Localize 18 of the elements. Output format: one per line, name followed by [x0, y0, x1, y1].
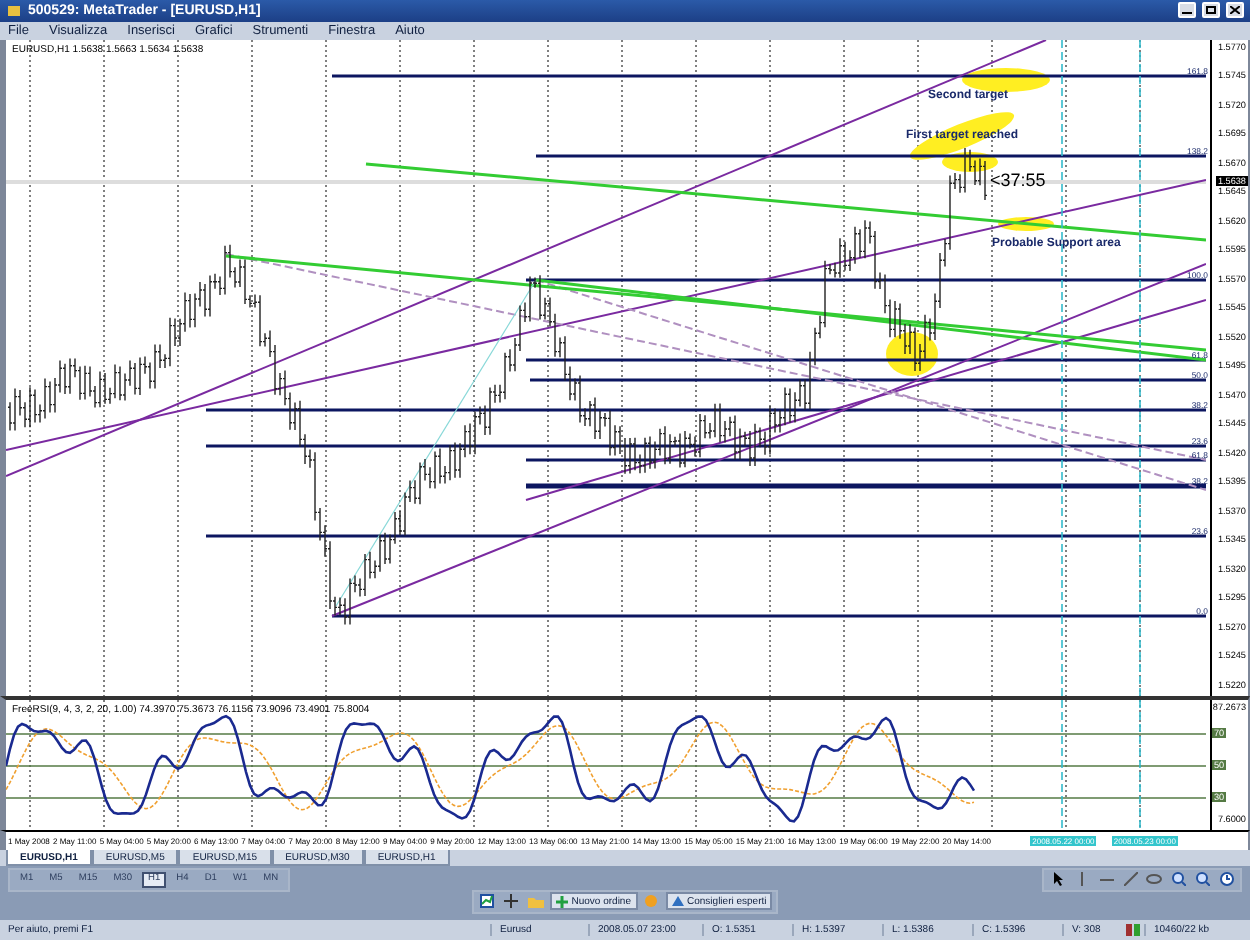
chart-annotation: <37:55	[990, 169, 1046, 190]
close-icon	[1230, 6, 1240, 15]
ellipse-icon[interactable]	[1144, 870, 1164, 889]
trendline-icon[interactable]	[1120, 870, 1140, 889]
clock-icon[interactable]	[1216, 870, 1236, 889]
maximize-icon	[1206, 6, 1216, 15]
crosshair-icon[interactable]	[501, 892, 522, 911]
cursor-icon[interactable]	[1048, 870, 1068, 889]
minimize-icon	[1182, 6, 1192, 15]
window-control-button[interactable]	[1202, 2, 1220, 19]
window-control-button[interactable]	[1226, 2, 1244, 19]
zoom-in-icon[interactable]	[1168, 870, 1188, 889]
chart-icon[interactable]	[477, 892, 498, 911]
window-control-button[interactable]	[1178, 2, 1196, 19]
app-icon	[6, 3, 22, 18]
connection-icon	[1124, 924, 1144, 937]
plus-icon	[555, 895, 568, 908]
zoom-out-icon[interactable]	[1192, 870, 1212, 889]
